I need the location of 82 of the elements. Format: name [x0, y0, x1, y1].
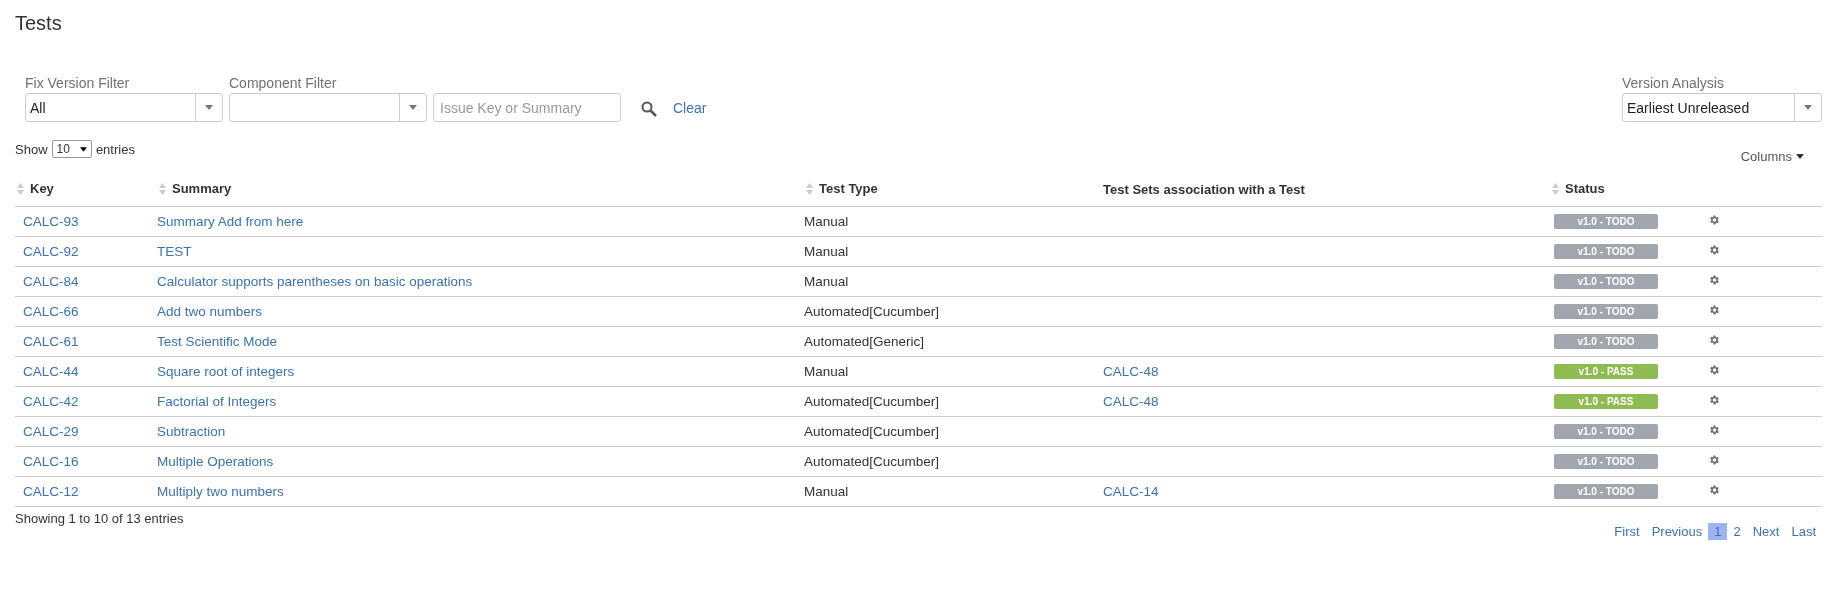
issue-key-link[interactable]: CALC-42 [23, 393, 79, 409]
gear-icon[interactable] [1708, 243, 1720, 256]
caret-icon [1804, 105, 1812, 110]
status-badge: v1.0 - TODO [1554, 244, 1658, 259]
issue-key-link[interactable]: CALC-16 [23, 453, 79, 469]
entries-select[interactable]: 10 [51, 140, 92, 158]
pagination-link[interactable]: Next [1746, 522, 1786, 540]
filter-label: Version Analysis [1622, 75, 1725, 91]
caret-icon [79, 146, 87, 152]
issue-key-link[interactable]: CALC-61 [23, 333, 79, 349]
test-type: Manual [804, 363, 849, 379]
column-header[interactable]: Test Type [819, 181, 878, 196]
caret-icon [205, 105, 213, 110]
status-badge: v1.0 - PASS [1554, 364, 1658, 379]
status-badge: v1.0 - TODO [1554, 214, 1658, 229]
issue-key-link[interactable]: CALC-92 [23, 243, 79, 259]
entries-label: entries [95, 141, 135, 157]
filter-select[interactable]: All [25, 93, 223, 122]
issue-key-link[interactable]: CALC-93 [23, 213, 79, 229]
column-header[interactable]: Key [30, 181, 54, 196]
test-type: Automated[Generic] [804, 333, 925, 349]
gear-icon[interactable] [1708, 363, 1720, 376]
column-header[interactable]: Test Sets association with a Test [1103, 181, 1305, 197]
column-header[interactable]: Summary [172, 181, 232, 196]
gear-icon[interactable] [1708, 423, 1720, 436]
column-header[interactable]: Status [1565, 181, 1605, 196]
issue-key-link[interactable]: CALC-66 [23, 303, 79, 319]
summary-link[interactable]: Test Scientific Mode [157, 333, 278, 349]
status-badge: v1.0 - TODO [1554, 304, 1658, 319]
gear-icon[interactable] [1708, 393, 1720, 406]
issue-key-link[interactable]: CALC-29 [23, 423, 79, 439]
test-type: Automated[Cucumber] [804, 423, 940, 439]
summary-link[interactable]: Add two numbers [157, 303, 263, 319]
test-type: Manual [804, 483, 849, 499]
pagination-link[interactable]: Previous [1645, 522, 1709, 540]
filter-label: Component Filter [229, 75, 338, 91]
summary-link[interactable]: Multiply two numbers [157, 483, 284, 499]
clear-link[interactable]: Clear [673, 100, 707, 116]
table-info: Showing 1 to 10 of 13 entries [15, 510, 184, 528]
filter-label: Fix Version Filter [25, 75, 131, 91]
test-type: Automated[Cucumber] [804, 303, 940, 319]
summary-link[interactable]: Calculator supports parentheses on basic operations [157, 273, 473, 289]
gear-icon[interactable] [1708, 333, 1720, 346]
show-label: Show [15, 141, 48, 157]
gear-icon[interactable] [1708, 213, 1720, 226]
pagination-link[interactable]: First [1608, 522, 1646, 540]
pagination-link[interactable]: 2 [1727, 522, 1747, 540]
issue-key-link[interactable]: CALC-44 [23, 363, 79, 379]
columns-button[interactable]: Columns [1734, 148, 1810, 165]
status-badge: v1.0 - TODO [1554, 424, 1658, 439]
status-badge: v1.0 - PASS [1554, 394, 1658, 409]
search-icon[interactable] [641, 101, 657, 117]
summary-link[interactable]: Multiple Operations [157, 453, 274, 469]
test-set-link[interactable]: CALC-48 [1103, 363, 1159, 379]
search-field[interactable]: Issue Key or Summary [433, 93, 621, 122]
test-set-link[interactable]: CALC-14 [1103, 483, 1159, 499]
status-badge: v1.0 - TODO [1554, 454, 1658, 469]
gear-icon[interactable] [1708, 303, 1720, 316]
test-type: Manual [804, 213, 849, 229]
test-type: Manual [804, 243, 849, 259]
test-set-link[interactable]: CALC-48 [1103, 393, 1159, 409]
gear-icon[interactable] [1708, 453, 1720, 466]
version-select[interactable]: Earliest Unreleased [1622, 93, 1822, 122]
summary-link[interactable]: Subtraction [157, 423, 226, 439]
pagination-link[interactable]: Last [1785, 522, 1822, 540]
page-title: Tests [15, 12, 63, 35]
summary-link[interactable]: Factorial of Integers [157, 393, 277, 409]
gear-icon[interactable] [1708, 483, 1720, 496]
gear-icon[interactable] [1708, 273, 1720, 286]
issue-key-link[interactable]: CALC-12 [23, 483, 79, 499]
summary-link[interactable]: TEST [157, 243, 192, 259]
status-badge: v1.0 - TODO [1554, 334, 1658, 349]
caret-icon [1796, 154, 1804, 159]
status-badge: v1.0 - TODO [1554, 484, 1658, 499]
test-type: Manual [804, 273, 849, 289]
test-type: Automated[Cucumber] [804, 453, 940, 469]
issue-key-link[interactable]: CALC-84 [23, 273, 79, 289]
caret-icon [409, 105, 417, 110]
test-type: Automated[Cucumber] [804, 393, 940, 409]
status-badge: v1.0 - TODO [1554, 274, 1658, 289]
summary-link[interactable]: Square root of integers [157, 363, 295, 379]
summary-link[interactable]: Summary Add from here [157, 213, 304, 229]
